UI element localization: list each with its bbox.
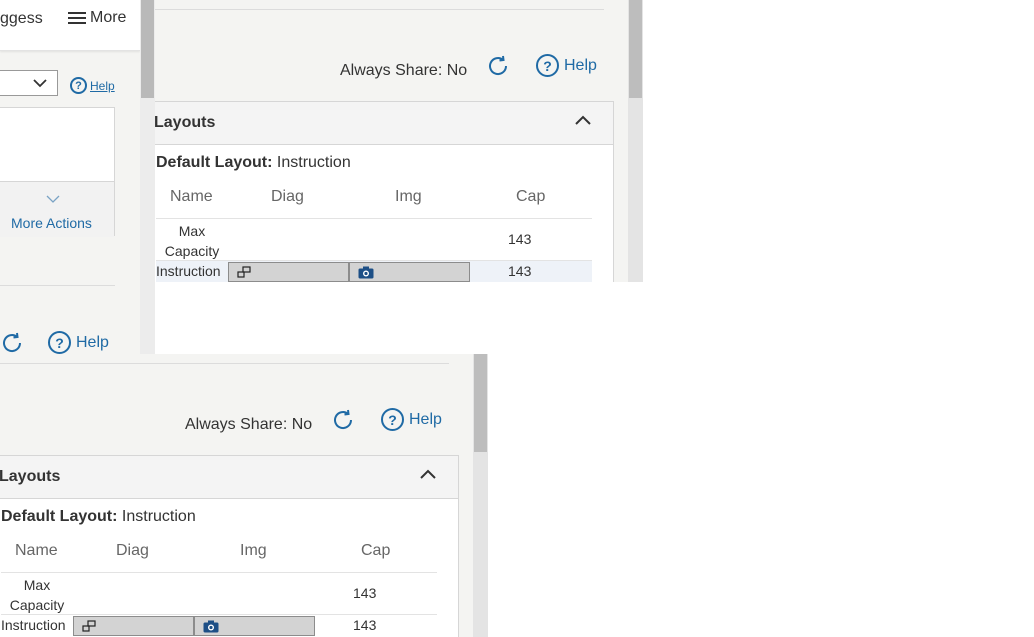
layouts-section: Layouts Default Layout: Instruction Name… bbox=[155, 101, 614, 282]
refresh-icon[interactable] bbox=[0, 331, 24, 355]
col-diag[interactable]: Diag bbox=[116, 542, 149, 560]
top-bar: ggess More bbox=[0, 0, 140, 51]
row-cap: 143 bbox=[353, 585, 377, 601]
refresh-icon[interactable] bbox=[486, 54, 510, 78]
layouts-header[interactable]: Layouts bbox=[0, 456, 458, 499]
default-layout-label: Default Layout: bbox=[156, 154, 273, 171]
scrollbar-thumb[interactable] bbox=[141, 0, 154, 98]
layouts-title: Layouts bbox=[155, 114, 216, 131]
always-share-status: Always Share: No bbox=[185, 416, 313, 433]
layouts-panel-lower: Always Share: No ? Help Layouts Default … bbox=[0, 354, 473, 637]
table-row[interactable]: Instruction 143 bbox=[1, 615, 437, 637]
refresh-icon[interactable] bbox=[331, 408, 355, 432]
default-layout-value: Instruction bbox=[121, 508, 196, 525]
col-diag[interactable]: Diag bbox=[271, 188, 304, 206]
default-layout: Default Layout: Instruction bbox=[1, 508, 196, 526]
default-layout: Default Layout: Instruction bbox=[156, 154, 351, 172]
divider bbox=[0, 285, 115, 286]
layouts-title: Layouts bbox=[0, 468, 61, 485]
help-link[interactable]: ? Help bbox=[536, 54, 597, 77]
camera-icon bbox=[203, 620, 219, 633]
divider bbox=[155, 9, 604, 10]
diagram-thumbnail[interactable] bbox=[73, 616, 194, 636]
more-actions-label: More Actions bbox=[11, 215, 92, 231]
image-thumbnail[interactable] bbox=[194, 616, 315, 636]
row-name: Instruction bbox=[1, 617, 66, 633]
help-icon: ? bbox=[48, 331, 71, 354]
chevron-down-icon bbox=[33, 79, 47, 88]
chevron-down-icon bbox=[46, 195, 60, 203]
more-menu-button[interactable]: More bbox=[68, 9, 126, 27]
diagram-thumbnail[interactable] bbox=[228, 262, 349, 282]
row-name: Max Capacity bbox=[164, 223, 220, 259]
row-name: Max Capacity bbox=[9, 577, 65, 613]
more-label: More bbox=[90, 9, 127, 26]
layouts-panel-upper: Always Share: No ? Help Layouts Default … bbox=[155, 0, 628, 282]
layouts-section: Layouts Default Layout: Instruction Name… bbox=[0, 455, 459, 637]
chevron-up-icon[interactable] bbox=[420, 469, 436, 481]
help-icon: ? bbox=[70, 77, 87, 94]
help-link[interactable]: ? Help bbox=[381, 408, 442, 431]
row-cap: 143 bbox=[353, 617, 377, 633]
suggest-link[interactable]: ggess bbox=[0, 10, 43, 28]
table-row[interactable]: Instruction 143 bbox=[156, 261, 592, 282]
col-cap[interactable]: Cap bbox=[516, 188, 545, 206]
help-link[interactable]: ? Help bbox=[48, 331, 109, 354]
col-cap[interactable]: Cap bbox=[361, 542, 390, 560]
camera-icon bbox=[358, 266, 374, 279]
default-layout-label: Default Layout: bbox=[1, 508, 118, 525]
default-layout-value: Instruction bbox=[276, 154, 351, 171]
select-dropdown[interactable] bbox=[0, 70, 58, 96]
left-panel-fragment: ggess More ? Help More Actions ? Help bbox=[0, 0, 155, 354]
col-name[interactable]: Name bbox=[15, 542, 58, 560]
image-thumbnail[interactable] bbox=[349, 262, 470, 282]
diagram-icon bbox=[237, 266, 251, 278]
help-icon: ? bbox=[536, 54, 559, 77]
scrollbar-thumb[interactable] bbox=[629, 0, 642, 98]
table-row[interactable]: Max Capacity 143 bbox=[156, 219, 592, 260]
chevron-up-icon[interactable] bbox=[575, 115, 591, 127]
divider bbox=[0, 363, 449, 364]
table-row[interactable]: Max Capacity 143 bbox=[1, 573, 437, 614]
hamburger-icon bbox=[68, 12, 86, 24]
help-icon: ? bbox=[381, 408, 404, 431]
diagram-icon bbox=[82, 620, 96, 632]
more-actions-button[interactable]: More Actions bbox=[0, 181, 114, 237]
col-name[interactable]: Name bbox=[170, 188, 213, 206]
item-card: More Actions bbox=[0, 107, 115, 237]
row-cap: 143 bbox=[508, 263, 532, 279]
col-img[interactable]: Img bbox=[395, 188, 422, 206]
row-cap: 143 bbox=[508, 231, 532, 247]
always-share-status: Always Share: No bbox=[340, 62, 468, 79]
help-link-small[interactable]: ? Help bbox=[70, 77, 115, 94]
col-img[interactable]: Img bbox=[240, 542, 267, 560]
layouts-header[interactable]: Layouts bbox=[155, 102, 613, 145]
row-name: Instruction bbox=[156, 263, 221, 279]
scrollbar-thumb[interactable] bbox=[474, 354, 487, 452]
